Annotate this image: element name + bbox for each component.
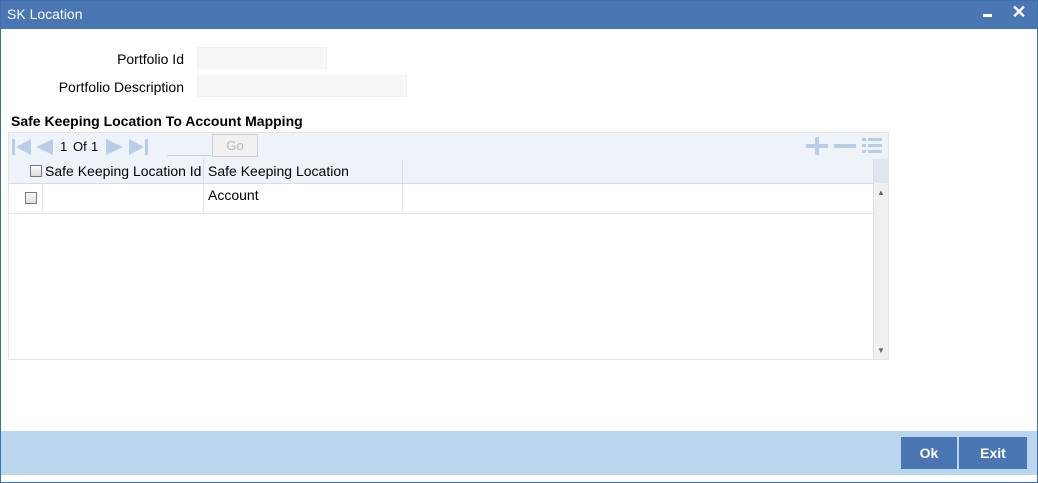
add-row-icon[interactable] xyxy=(804,137,830,155)
grid-header-row: Safe Keeping Location Id Safe Keeping Lo… xyxy=(9,159,873,203)
grid-toolbar: 1 Of 1 Go xyxy=(9,133,888,159)
scroll-up-icon[interactable]: ▲ xyxy=(877,188,885,197)
delete-row-icon[interactable] xyxy=(832,137,858,155)
empty-cell xyxy=(403,184,873,213)
previous-page-icon[interactable] xyxy=(33,137,55,157)
first-page-icon[interactable] xyxy=(11,137,33,157)
portfolio-description-field[interactable] xyxy=(197,75,407,97)
table-row xyxy=(9,184,873,214)
minimize-icon xyxy=(983,14,992,17)
of-label: Of xyxy=(73,139,87,154)
scroll-down-icon[interactable]: ▼ xyxy=(877,346,885,355)
vertical-scrollbar[interactable]: ▲ ▼ xyxy=(873,159,889,359)
last-page-icon[interactable] xyxy=(127,137,149,157)
location-id-cell[interactable] xyxy=(43,184,204,213)
minimize-button[interactable] xyxy=(977,3,999,25)
section-title: Safe Keeping Location To Account Mapping xyxy=(11,113,303,129)
column-header-location-account[interactable]: Safe Keeping Location Account xyxy=(204,159,403,203)
column-header-location-id[interactable]: Safe Keeping Location Id xyxy=(41,159,204,183)
portfolio-description-label: Portfolio Description xyxy=(58,79,184,95)
window-title: SK Location xyxy=(7,6,83,22)
footer-bar: Ok Exit xyxy=(1,431,1037,475)
close-icon: ✕ xyxy=(1011,2,1027,22)
scrollbar-header-block xyxy=(874,159,889,183)
close-button[interactable]: ✕ xyxy=(1008,3,1030,25)
sk-location-window: SK Location ✕ Portfolio Id Portfolio Des… xyxy=(0,0,1038,483)
current-page: 1 xyxy=(60,139,68,154)
total-pages: 1 xyxy=(91,139,99,154)
mapping-grid: 1 Of 1 Go Safe Keeping Location Id Safe … xyxy=(8,132,889,360)
next-page-icon[interactable] xyxy=(104,137,126,157)
page-number-input[interactable] xyxy=(167,134,211,156)
row-checkbox[interactable] xyxy=(25,192,37,204)
title-bar: SK Location ✕ xyxy=(1,1,1037,29)
single-view-icon[interactable] xyxy=(860,137,886,155)
go-button[interactable]: Go xyxy=(212,134,258,157)
portfolio-id-label: Portfolio Id xyxy=(117,51,184,67)
portfolio-id-field[interactable] xyxy=(197,47,327,69)
row-select-cell xyxy=(9,184,43,213)
location-account-cell[interactable] xyxy=(204,184,403,213)
ok-button[interactable]: Ok xyxy=(901,437,957,469)
exit-button[interactable]: Exit xyxy=(959,437,1027,469)
